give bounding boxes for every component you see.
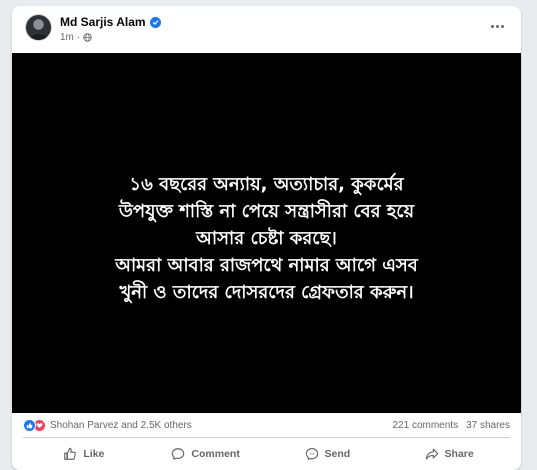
- image-text-line: আসার চেষ্টা করছে।: [196, 227, 337, 249]
- post-image[interactable]: ১৬ বছরের অন্যায়, অত্যাচার, কুকর্মের উপয…: [12, 53, 521, 413]
- shares-count[interactable]: 37 shares: [466, 420, 510, 431]
- reactions-summary[interactable]: Shohan Parvez and 2.5K others: [23, 418, 192, 432]
- like-icon: [64, 447, 77, 460]
- image-text-line: আমরা আবার রাজপথে নামার আগে এসব: [115, 254, 418, 276]
- more-options-icon[interactable]: [487, 19, 507, 33]
- share-label: Share: [444, 448, 474, 460]
- action-bar: Like Comment Send Share: [23, 440, 510, 468]
- send-icon: [305, 448, 318, 461]
- comment-label: Comment: [191, 448, 240, 460]
- image-text-line: খুনী ও তাদের দোসরদের গ্রেফতার করুন।: [119, 281, 414, 303]
- comment-icon: [172, 448, 185, 460]
- share-icon: [425, 448, 438, 460]
- image-text-line: ১৬ বছরের অন্যায়, অত্যাচার, কুকর্মের: [129, 173, 404, 195]
- post-card: Md Sarjis Alam 1m · ১৬ বছরের অন্যায়, অত…: [12, 6, 521, 470]
- post-image-text: ১৬ বছরের অন্যায়, অত্যাচার, কুকর্মের উপয…: [32, 171, 502, 306]
- comments-count[interactable]: 221 comments: [392, 420, 458, 431]
- post-timestamp[interactable]: 1m: [60, 32, 74, 43]
- share-button[interactable]: Share: [388, 440, 510, 468]
- stats-right: 221 comments 37 shares: [392, 420, 510, 431]
- send-button[interactable]: Send: [267, 440, 389, 468]
- send-label: Send: [324, 448, 351, 460]
- divider: [23, 437, 510, 438]
- author-name[interactable]: Md Sarjis Alam: [60, 15, 146, 29]
- globe-icon: [83, 33, 92, 42]
- comment-button[interactable]: Comment: [145, 440, 267, 468]
- like-reaction-icon: [23, 418, 36, 432]
- post-stats: Shohan Parvez and 2.5K others 221 commen…: [12, 413, 521, 437]
- avatar[interactable]: [25, 14, 52, 41]
- like-button[interactable]: Like: [23, 440, 145, 468]
- post-meta: 1m ·: [60, 32, 92, 43]
- like-label: Like: [83, 448, 105, 460]
- author-row: Md Sarjis Alam: [60, 15, 161, 29]
- reactions-text: Shohan Parvez and 2.5K others: [50, 419, 192, 431]
- image-text-line: উপযুক্ত শাস্তি না পেয়ে সন্ত্রাসীরা বের …: [118, 200, 415, 222]
- post-header: Md Sarjis Alam 1m ·: [12, 6, 521, 54]
- verified-badge-icon: [149, 16, 161, 28]
